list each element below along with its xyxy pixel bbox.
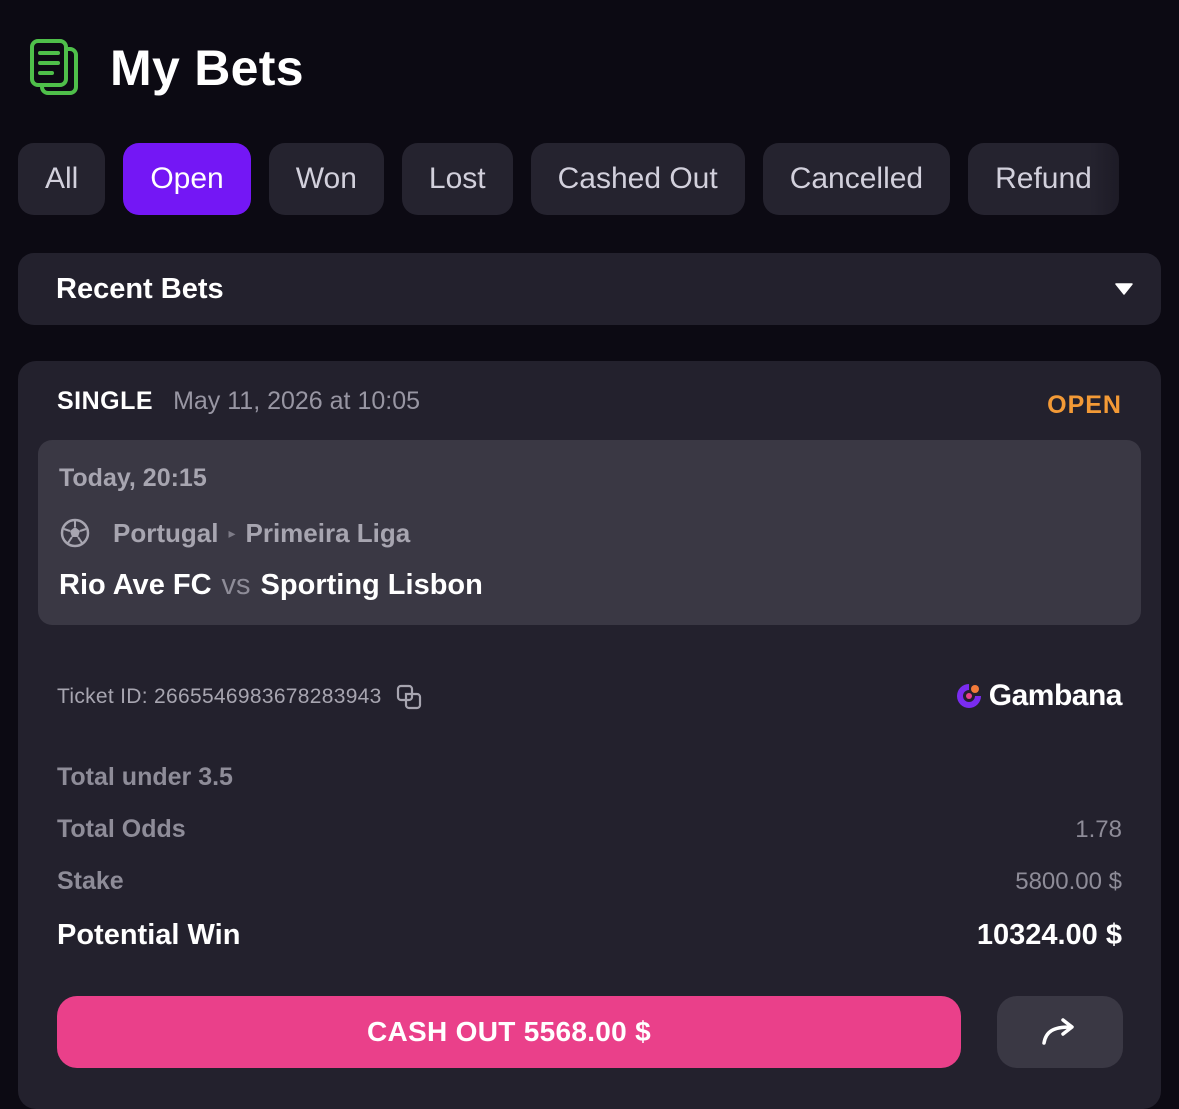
page-header: My Bets [28,36,304,100]
event-time: Today, 20:15 [59,464,207,492]
stake-label: Stake [57,867,124,895]
event-league: Primeira Liga [245,517,411,548]
gambana-logo-icon [956,684,981,708]
status-badge: OPEN [1047,390,1122,419]
bet-card-header: SINGLE May 11, 2026 at 10:05 OPEN [57,383,1122,419]
copy-icon[interactable] [396,684,422,710]
bet-selection: Total under 3.5 [57,763,233,791]
tab-refund[interactable]: Refund [968,143,1119,215]
event-panel[interactable]: Today, 20:15 Portugal ▸ Primeira Liga Ri… [38,440,1141,625]
share-button[interactable] [997,996,1123,1068]
total-odds-label: Total Odds [57,815,186,843]
ticket-id: Ticket ID: 2665546983678283943 [57,685,382,708]
ticket-id-row: Ticket ID: 2665546983678283943 [57,681,422,713]
selection-row: Total under 3.5 [57,763,1122,792]
tab-won[interactable]: Won [268,143,384,215]
total-odds-row: Total Odds 1.78 [57,815,1122,844]
cash-out-button[interactable]: CASH OUT 5568.00 $ [57,996,961,1068]
away-team: Sporting Lisbon [260,569,483,601]
bet-date: May 11, 2026 at 10:05 [173,386,421,415]
bet-card[interactable]: SINGLE May 11, 2026 at 10:05 OPEN Today,… [18,361,1161,1109]
provider-name: Gambana [988,679,1123,712]
tab-cancelled[interactable]: Cancelled [762,143,951,215]
potential-win-value: 10324.00 $ [976,919,1122,951]
dropdown-selected-label: Recent Bets [56,272,224,305]
league-breadcrumb: Portugal ▸ Primeira Liga [59,515,410,551]
tab-cashed-out[interactable]: Cashed Out [530,143,745,215]
filter-tabs: All Open Won Lost Cashed Out Cancelled R… [18,143,1179,215]
bet-type: SINGLE [57,386,154,415]
total-odds-value: 1.78 [1075,815,1122,843]
potential-win-label: Potential Win [57,919,241,951]
potential-win-row: Potential Win 10324.00 $ [57,919,1122,952]
tab-lost[interactable]: Lost [401,143,513,215]
event-country: Portugal [113,517,219,548]
event-teams: Rio Ave FC vs Sporting Lisbon [59,569,483,602]
caret-down-icon [1115,283,1133,295]
my-bets-screen: My Bets All Open Won Lost Cashed Out Can… [0,0,1179,1109]
page-title: My Bets [110,40,304,96]
chevron-right-icon: ▸ [228,524,236,541]
vs-separator: vs [221,569,251,601]
bets-period-dropdown[interactable]: Recent Bets [18,253,1161,325]
stake-row: Stake 5800.00 $ [57,867,1122,896]
home-team: Rio Ave FC [59,569,212,601]
stake-value: 5800.00 $ [1015,867,1122,895]
tab-all[interactable]: All [18,143,106,215]
share-arrow-icon [1042,1018,1074,1045]
bet-slip-icon [30,39,78,95]
provider-logo: Gambana [955,677,1123,715]
soccer-ball-icon [60,518,90,548]
tab-open[interactable]: Open [123,143,251,215]
